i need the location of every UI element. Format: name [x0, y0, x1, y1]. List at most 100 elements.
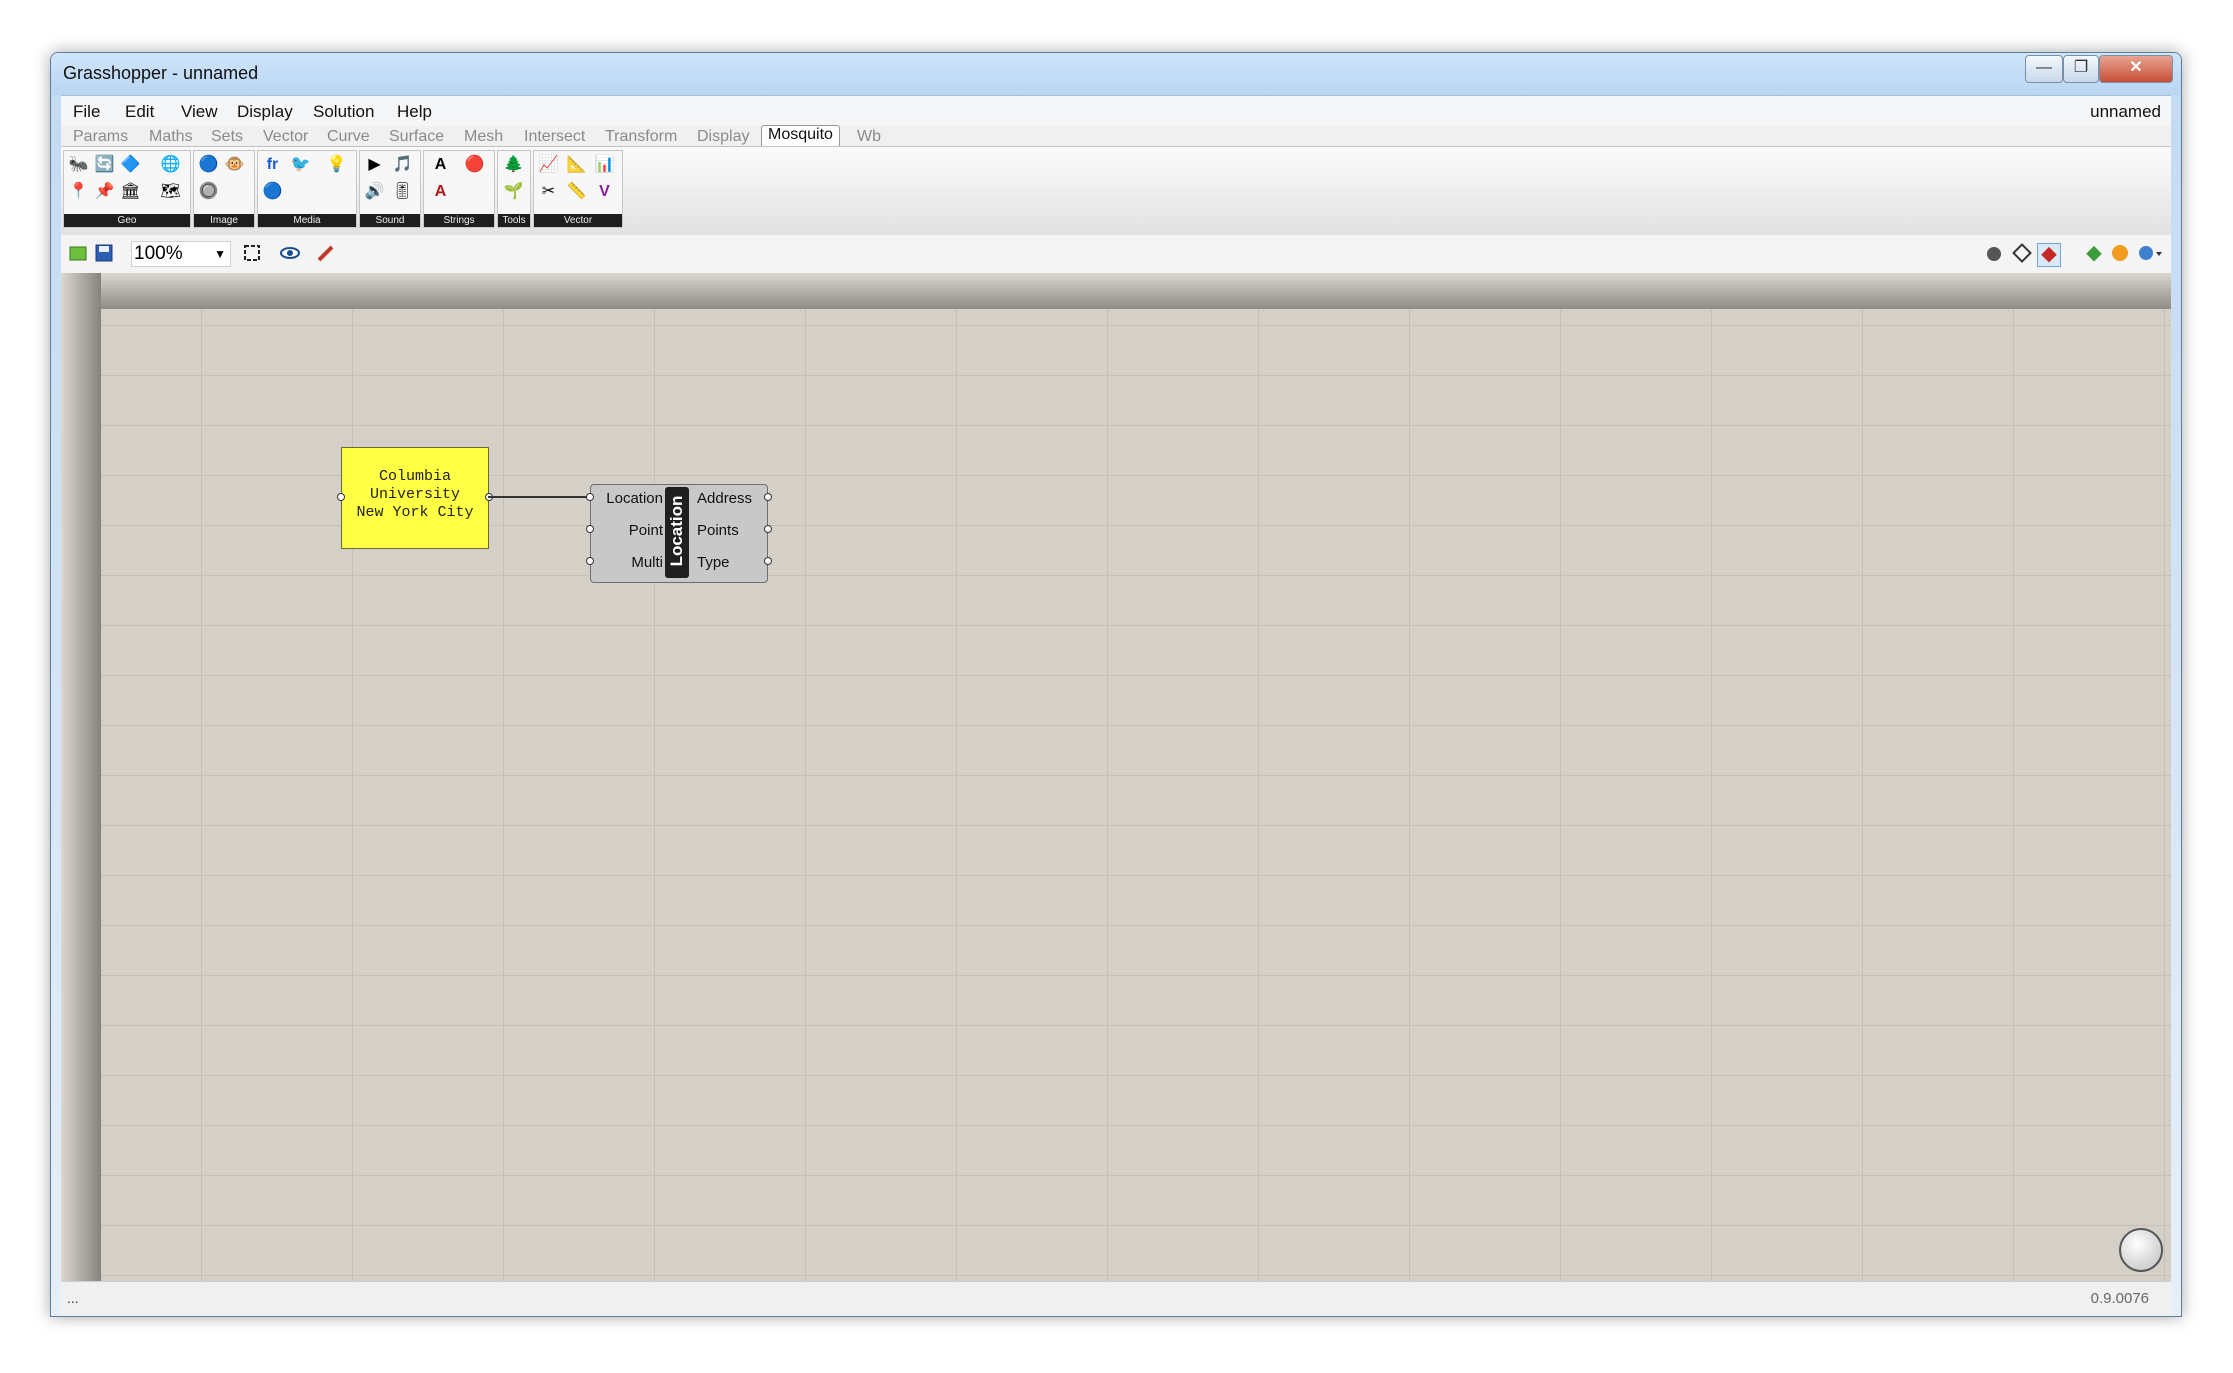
menu-file[interactable]: File: [73, 102, 100, 122]
geo-icon-7[interactable]: 🏛: [120, 181, 141, 202]
geo-icon-5[interactable]: 📍: [68, 181, 89, 202]
geo-icon-4[interactable]: 🌐: [160, 154, 181, 175]
ribbon-group-strings: A 🔴 A Strings: [423, 150, 495, 228]
close-button[interactable]: ✕: [2099, 55, 2173, 83]
tab-mesh[interactable]: Mesh: [464, 128, 503, 146]
tab-sets[interactable]: Sets: [211, 128, 243, 146]
component-input-grip[interactable]: [586, 525, 594, 533]
zoom-extents-icon[interactable]: [241, 243, 263, 265]
window-frame-right: [2171, 95, 2181, 1316]
ribbon-group-label-image[interactable]: Image: [194, 214, 254, 227]
menu-edit[interactable]: Edit: [125, 102, 154, 122]
twitter-icon[interactable]: 🐦: [290, 154, 311, 175]
geo-icon-6[interactable]: 📌: [94, 181, 115, 202]
text-panel[interactable]: Columbia University New York City: [341, 447, 489, 549]
panel-input-grip[interactable]: [337, 493, 345, 501]
tab-maths[interactable]: Maths: [149, 128, 193, 146]
output-points[interactable]: Points: [697, 522, 739, 539]
input-location[interactable]: Location: [606, 490, 663, 507]
preview-eye-icon[interactable]: [279, 243, 301, 265]
status-bar: ... 0.9.0076: [61, 1281, 2171, 1316]
zoom-value: 100%: [134, 243, 183, 264]
ribbon-group-label-tools[interactable]: Tools: [498, 214, 530, 227]
output-type[interactable]: Type: [697, 554, 730, 571]
menu-help[interactable]: Help: [397, 102, 432, 122]
maximize-button[interactable]: ❐: [2063, 55, 2099, 83]
component-output-grip[interactable]: [764, 557, 772, 565]
document-preview-settings-icon[interactable]: [2135, 243, 2165, 265]
zoom-field[interactable]: 100% ▼: [131, 241, 231, 267]
graph-icon[interactable]: 📐: [566, 154, 587, 175]
tab-display[interactable]: Display: [697, 128, 749, 146]
bulb-icon[interactable]: 💡: [326, 154, 347, 175]
flickr-icon[interactable]: fr: [262, 154, 283, 175]
tab-curve[interactable]: Curve: [327, 128, 370, 146]
shaded-mode-icon[interactable]: [2037, 243, 2061, 267]
menu-solution[interactable]: Solution: [313, 102, 374, 122]
component-output-grip[interactable]: [764, 493, 772, 501]
waveform-icon[interactable]: 🎵: [392, 154, 413, 175]
wireframe-mode-icon[interactable]: [2011, 243, 2033, 265]
ribbon-group-label-strings[interactable]: Strings: [424, 214, 494, 227]
component-output-grip[interactable]: [764, 525, 772, 533]
geo-icon-2[interactable]: 🔄: [94, 154, 115, 175]
panel-line: New York City: [356, 504, 474, 521]
geo-icon-3[interactable]: 🔷: [120, 154, 141, 175]
mixer-icon[interactable]: 🎚: [392, 181, 413, 202]
menu-display[interactable]: Display: [237, 102, 293, 122]
tab-transform[interactable]: Transform: [605, 128, 677, 146]
ribbon-group-label-sound[interactable]: Sound: [360, 214, 420, 227]
play-icon[interactable]: ▶: [364, 154, 385, 175]
canvas-toolbar: 100% ▼: [61, 235, 2171, 274]
record-icon[interactable]: 🔴: [464, 154, 485, 175]
ruler-icon[interactable]: 📏: [566, 181, 587, 202]
image-icon-1[interactable]: 🔵: [198, 154, 219, 175]
component-input-grip[interactable]: [586, 493, 594, 501]
speaker-icon[interactable]: 🔊: [364, 181, 385, 202]
tab-intersect[interactable]: Intersect: [524, 128, 585, 146]
tab-params[interactable]: Params: [73, 128, 128, 146]
image-icon-2[interactable]: 🐵: [224, 154, 245, 175]
open-file-icon[interactable]: [67, 243, 89, 265]
tab-surface[interactable]: Surface: [389, 128, 444, 146]
minimize-button[interactable]: —: [2025, 55, 2063, 83]
bar-chart-icon[interactable]: 📊: [594, 154, 615, 175]
input-multi[interactable]: Multi: [631, 554, 663, 571]
location-component[interactable]: Location Point Multi Location Address Po…: [590, 484, 768, 583]
selected-preview-icon[interactable]: [2083, 243, 2105, 265]
ribbon-group-label-vector[interactable]: Vector: [534, 214, 622, 227]
zoom-dropdown-icon[interactable]: ▼: [214, 242, 226, 266]
tab-wb[interactable]: Wb: [857, 128, 881, 146]
ribbon-group-label-geo[interactable]: Geo: [64, 214, 190, 227]
panel-line: Columbia: [378, 468, 451, 485]
material-icon[interactable]: [2109, 243, 2131, 265]
menu-view[interactable]: View: [181, 102, 218, 122]
geo-icon-8[interactable]: 🗺: [160, 181, 181, 202]
media-icon-4[interactable]: 🔵: [262, 181, 283, 202]
save-icon[interactable]: [93, 243, 115, 265]
cross-icon[interactable]: ✂: [538, 181, 559, 202]
v-icon[interactable]: V: [594, 181, 615, 202]
input-point[interactable]: Point: [629, 522, 663, 539]
sketch-pen-icon[interactable]: [315, 243, 337, 265]
tab-vector[interactable]: Vector: [263, 128, 308, 146]
component-tabs: Params Maths Sets Vector Curve Surface M…: [61, 125, 2171, 146]
ribbon-group-geo: 🐜 🔄 🔷 🌐 📍 📌 🏛 🗺 Geo: [63, 150, 191, 228]
component-input-grip[interactable]: [586, 557, 594, 565]
preview-mode-icon[interactable]: [1983, 243, 2005, 265]
chart-line-icon[interactable]: 📈: [538, 154, 559, 175]
tree-icon[interactable]: 🌲: [503, 154, 524, 175]
tab-mosquito[interactable]: Mosquito: [761, 125, 840, 146]
geo-icon-1[interactable]: 🐜: [68, 154, 89, 175]
wire-connection[interactable]: [488, 496, 588, 498]
string-a-icon[interactable]: A: [430, 154, 451, 175]
sprout-icon[interactable]: 🌱: [503, 181, 524, 202]
component-nickname-bar: Location: [665, 487, 689, 578]
grasshopper-canvas[interactable]: Columbia University New York City Locati…: [61, 273, 2171, 1282]
ribbon-group-tools: 🌲 🌱 Tools: [497, 150, 531, 228]
navigation-globe-icon[interactable]: [2119, 1228, 2163, 1272]
ribbon-group-label-media[interactable]: Media: [258, 214, 356, 227]
image-icon-3[interactable]: 🔘: [198, 181, 219, 202]
output-address[interactable]: Address: [697, 490, 752, 507]
text-red-a-icon[interactable]: A: [430, 181, 451, 202]
